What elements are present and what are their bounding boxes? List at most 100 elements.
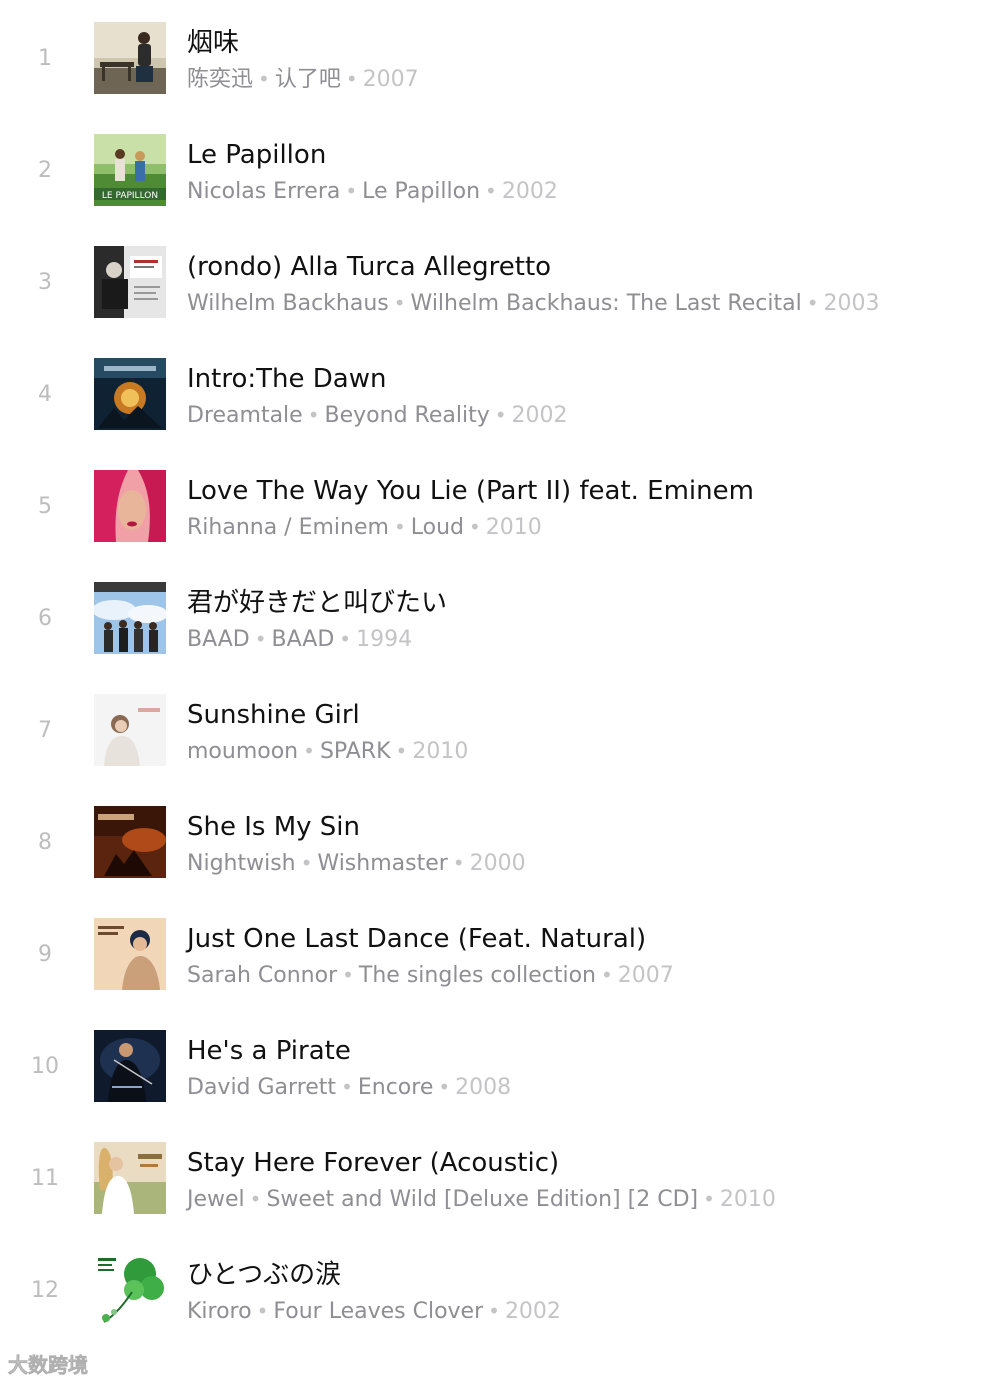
song-title: ひとつぶの涙	[187, 1260, 342, 1290]
song-row[interactable]: 1 烟味 陈奕迅 • 认了吧 • 2007	[0, 22, 1000, 134]
song-row[interactable]: 4 Intro:The Dawn Dreamtale • Beyond Realit…	[0, 358, 1000, 470]
track-number: 1	[38, 46, 52, 71]
separator-dot: •	[485, 179, 497, 203]
album-art[interactable]	[94, 246, 166, 318]
separator-dot: •	[806, 291, 819, 315]
band-icon	[94, 582, 166, 654]
release-year: 2008	[455, 1075, 512, 1100]
release-year: 2010	[485, 515, 542, 540]
artist-name: Dreamtale	[187, 403, 303, 428]
separator-dot: •	[395, 739, 408, 763]
song-title: Stay Here Forever (Acoustic)	[187, 1148, 560, 1178]
artist-name: Kiroro	[187, 1299, 252, 1324]
artist-name: Rihanna / Eminem	[187, 515, 389, 540]
song-meta: Wilhelm Backhaus • Wilhelm Backhaus: The L…	[187, 288, 880, 318]
song-meta: 陈奕迅 • 认了吧 • 2007	[187, 64, 419, 94]
song-title: 君が好きだと叫びたい	[187, 588, 448, 618]
album-name: SPARK	[319, 739, 391, 764]
artist-name: 陈奕迅	[187, 67, 254, 92]
separator-dot: •	[339, 627, 352, 651]
album-name: Wishmaster	[317, 851, 448, 876]
separator-dot: •	[494, 403, 507, 427]
separator-dot: •	[341, 1075, 353, 1099]
release-year: 2010	[719, 1187, 776, 1212]
separator-dot: •	[393, 515, 406, 539]
separator-dot: •	[488, 1299, 500, 1323]
album-art[interactable]	[94, 22, 166, 94]
separator-dot: •	[438, 1075, 451, 1099]
portrait-light-icon	[94, 694, 166, 766]
song-row[interactable]: 9 Just One Last Dance (Feat. Natural) Sa…	[0, 918, 1000, 1030]
fantasy-icon	[94, 358, 166, 430]
song-row[interactable]: 11 Stay Here Forever (Acoustic) Jewel • Sw…	[0, 1142, 1000, 1254]
album-name: Loud	[410, 515, 464, 540]
album-art[interactable]	[94, 358, 166, 430]
album-name: The singles collection	[358, 963, 596, 988]
album-art[interactable]	[94, 694, 166, 766]
track-number: 12	[31, 1278, 59, 1303]
song-meta: David Garrett • Encore • 2008	[187, 1072, 511, 1102]
track-number: 7	[38, 718, 52, 743]
separator-dot: •	[393, 291, 406, 315]
violinist-icon	[94, 1030, 166, 1102]
song-meta: Nightwish • Wishmaster • 2000	[187, 848, 526, 878]
song-title: 烟味	[187, 28, 240, 58]
song-row[interactable]: 7 Sunshine Girl moumoon • SPARK • 2010	[0, 694, 1000, 806]
song-title: Le Papillon	[187, 140, 327, 170]
track-number: 9	[38, 942, 52, 967]
song-row[interactable]: 3 (rondo) Alla Turca Allegretto Wilhelm …	[0, 246, 1000, 358]
album-art[interactable]	[94, 582, 166, 654]
album-name: Wilhelm Backhaus: The Last Recital	[410, 291, 802, 316]
track-number: 2	[38, 158, 52, 183]
album-art[interactable]	[94, 470, 166, 542]
album-name: BAAD	[271, 627, 335, 652]
song-row[interactable]: 12 ひとつぶの涙 Kiroro • Four Leaves Clover • 2002	[0, 1254, 1000, 1366]
separator-dot: •	[258, 67, 270, 91]
album-art[interactable]	[94, 1030, 166, 1102]
separator-dot: •	[600, 963, 613, 987]
release-year: 2003	[823, 291, 880, 316]
separator-dot: •	[469, 515, 481, 539]
album-art[interactable]: LE PAPILLON	[94, 134, 166, 206]
separator-dot: •	[303, 739, 315, 763]
song-row[interactable]: 10 He's a Pirate David Garrett • Encore • 20…	[0, 1030, 1000, 1142]
song-meta: Jewel • Sweet and Wild [Deluxe Edition] [2…	[187, 1184, 776, 1214]
album-name: Encore	[357, 1075, 434, 1100]
release-year: 2000	[469, 851, 526, 876]
album-name: Four Leaves Clover	[273, 1299, 484, 1324]
album-art[interactable]	[94, 1254, 166, 1326]
track-number: 10	[31, 1054, 59, 1079]
song-title: Intro:The Dawn	[187, 364, 387, 394]
song-row[interactable]: 5 Love The Way You Lie (Part II) feat. E…	[0, 470, 1000, 582]
song-row[interactable]: 2 LE PAPILLON Le Papillon Nicolas Errera…	[0, 134, 1000, 246]
song-meta: Nicolas Errera • Le Papillon • 2002	[187, 176, 558, 206]
portrait-icon	[94, 470, 166, 542]
artist-name: Nicolas Errera	[187, 179, 341, 204]
track-number: 5	[38, 494, 52, 519]
song-meta: Dreamtale • Beyond Reality • 2002	[187, 400, 568, 430]
song-meta: BAAD • BAAD • 1994	[187, 624, 412, 654]
artist-name: Jewel	[187, 1187, 245, 1212]
song-meta: Rihanna / Eminem • Loud • 2010	[187, 512, 542, 542]
artist-name: moumoon	[187, 739, 299, 764]
song-row[interactable]: 8 She Is My Sin Nightwish • Wishmaster • 200…	[0, 806, 1000, 918]
track-number: 4	[38, 382, 52, 407]
track-number: 8	[38, 830, 52, 855]
separator-dot: •	[249, 1187, 262, 1211]
album-art-text: LE PAPILLON	[102, 191, 158, 201]
album-art[interactable]	[94, 1142, 166, 1214]
album-art[interactable]	[94, 806, 166, 878]
song-row[interactable]: 6 君が好きだと叫びたい BAAD • BAAD • 1994	[0, 582, 1000, 694]
singer-icon	[94, 918, 166, 990]
separator-dot: •	[345, 67, 358, 91]
song-meta: Kiroro • Four Leaves Clover • 2002	[187, 1296, 561, 1326]
bench-icon	[94, 22, 166, 94]
song-title: Sunshine Girl	[187, 700, 360, 730]
album-name: Le Papillon	[362, 179, 481, 204]
album-name: Sweet and Wild [Deluxe Edition] [2 CD]	[266, 1187, 699, 1212]
song-meta: moumoon • SPARK • 2010	[187, 736, 468, 766]
album-art[interactable]	[94, 918, 166, 990]
track-number: 6	[38, 606, 52, 631]
release-year: 2010	[412, 739, 469, 764]
separator-dot: •	[307, 403, 320, 427]
